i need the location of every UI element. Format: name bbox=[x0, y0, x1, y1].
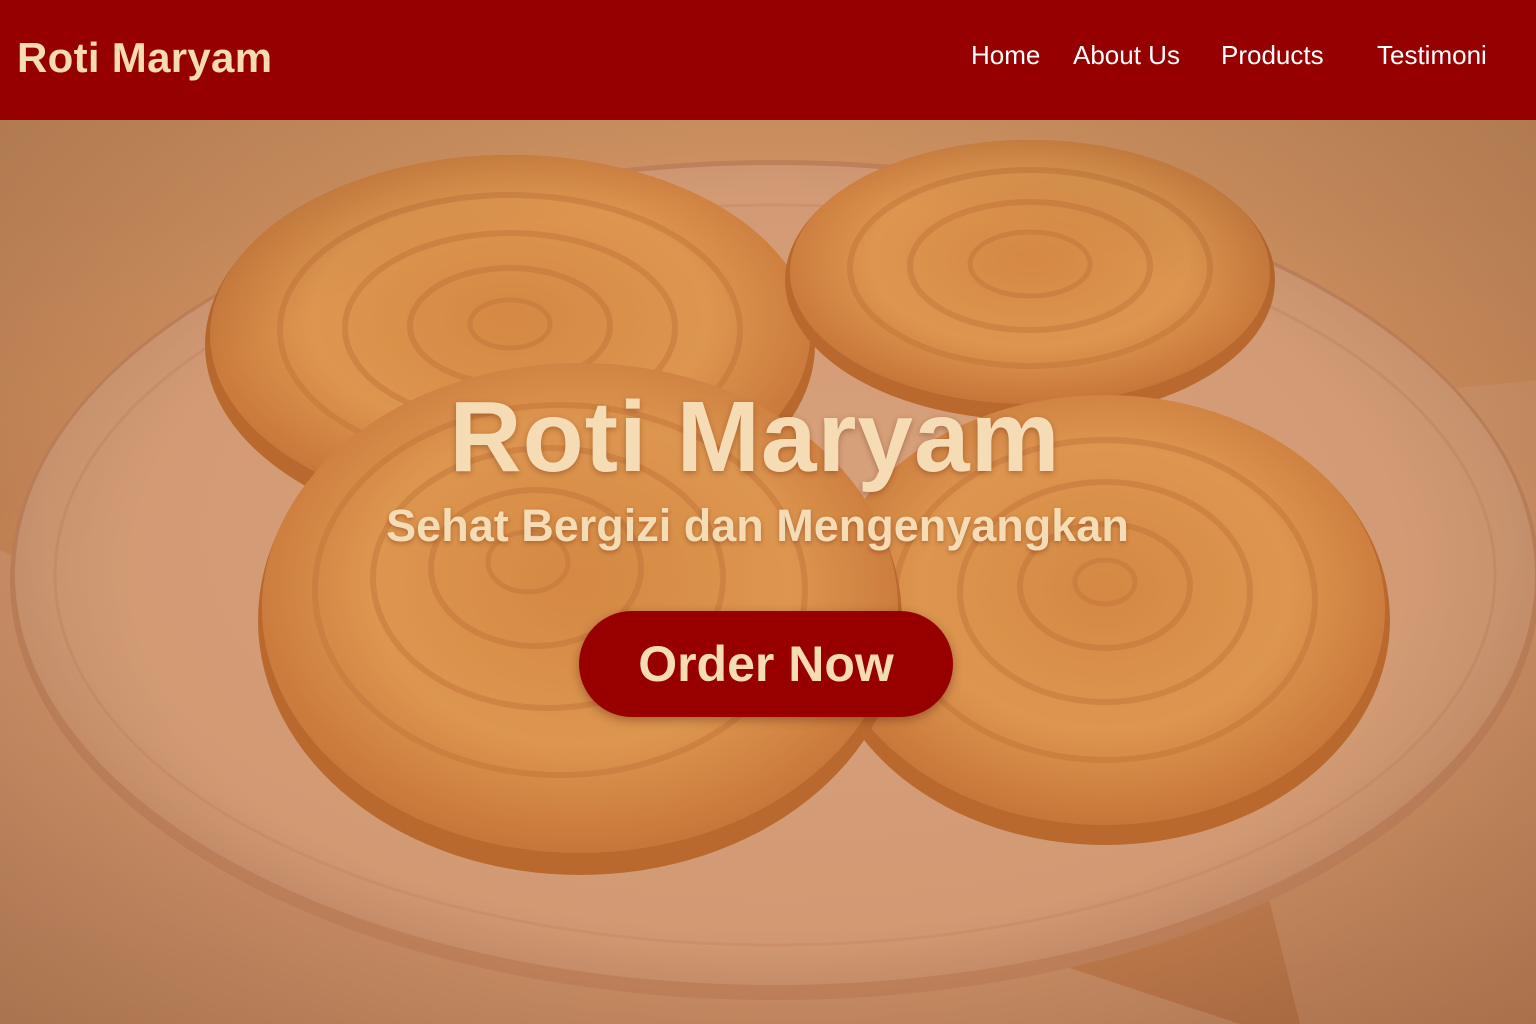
nav-link-home[interactable]: Home bbox=[971, 40, 1040, 71]
nav-link-about-us[interactable]: About Us bbox=[1073, 40, 1180, 71]
hero-background-image bbox=[0, 120, 1536, 1024]
order-now-label: Order Now bbox=[638, 636, 894, 692]
top-navbar: Roti Maryam Home About Us Products Testi… bbox=[0, 0, 1536, 120]
hero-section: Roti Maryam Sehat Bergizi dan Mengenyang… bbox=[0, 120, 1536, 1024]
order-now-button[interactable]: Order Now bbox=[579, 611, 953, 717]
vignette-overlay bbox=[0, 120, 1536, 1024]
nav-link-testimoni[interactable]: Testimoni bbox=[1377, 40, 1487, 71]
nav-link-products[interactable]: Products bbox=[1221, 40, 1324, 71]
brand-logo-text[interactable]: Roti Maryam bbox=[17, 34, 272, 82]
hero-subtitle: Sehat Bergizi dan Mengenyangkan bbox=[386, 500, 1129, 551]
hero-title: Roti Maryam bbox=[449, 381, 1061, 493]
